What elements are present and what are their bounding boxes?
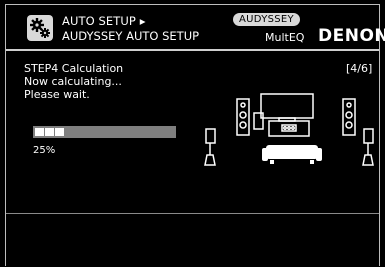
progress-segment	[35, 128, 44, 136]
denon-logo: DENON	[318, 26, 385, 46]
speaker-layout-diagram	[204, 93, 374, 166]
tv-icon	[260, 93, 314, 122]
front-left-speaker-icon	[236, 98, 250, 136]
header-bar: AUTO SETUP ▸ AUDYSSEY AUTO SETUP AUDYSSE…	[6, 5, 385, 51]
menu-breadcrumb: AUTO SETUP ▸	[62, 14, 146, 28]
progress-segment	[55, 128, 64, 136]
sofa-icon	[262, 145, 322, 164]
surround-left-speaker-icon	[204, 128, 216, 166]
wait-message: Please wait.	[24, 88, 90, 101]
step-label: STEP4 Calculation	[24, 62, 124, 75]
setup-screen: AUTO SETUP ▸ AUDYSSEY AUTO SETUP AUDYSSE…	[5, 4, 385, 266]
multeq-label: MultEQ	[265, 31, 305, 44]
audyssey-logo: AUDYSSEY	[233, 13, 300, 26]
gear-icon	[27, 15, 53, 41]
surround-right-speaker-icon	[362, 128, 374, 166]
screen-title: AUDYSSEY AUTO SETUP	[62, 29, 200, 43]
status-message: Now calculating...	[24, 75, 122, 88]
progress-bar	[33, 126, 176, 138]
front-right-speaker-icon	[342, 98, 356, 136]
page-counter: [4/6]	[346, 62, 373, 75]
progress-percent: 25%	[33, 145, 56, 156]
av-receiver-icon	[268, 120, 310, 137]
progress-segment	[45, 128, 54, 136]
divider	[6, 213, 379, 214]
